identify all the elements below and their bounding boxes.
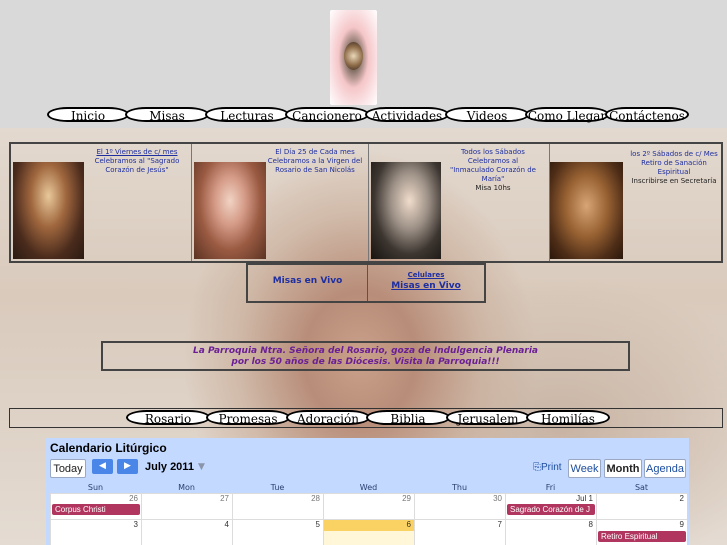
- inmaculado-corazon-image[interactable]: [371, 162, 441, 259]
- parish-logo: [330, 10, 377, 105]
- strip-cell-retiro: los 2º Sábados de c/ Mes Retiro de Sanac…: [550, 144, 723, 261]
- day-number: Jul 1: [576, 494, 593, 503]
- dow-tue: Tue: [232, 483, 323, 493]
- dow-sun: Sun: [50, 483, 141, 493]
- strip-text-3-misa: Misa 10hs: [475, 184, 511, 192]
- sagrado-corazon-image[interactable]: [13, 162, 84, 259]
- day-cell[interactable]: 28: [232, 493, 323, 519]
- strip-text-4: los 2º Sábados de c/ Mes Retiro de Sanac…: [630, 150, 718, 176]
- strip-caption-1: El 1º Viernes de c/ mes Celebramos al "S…: [89, 148, 185, 175]
- calendar-grid: Sun Mon Tue Wed Thu Fri Sat 26 27 28 29 …: [50, 483, 687, 545]
- strip-cell-sagrado-corazon: El 1º Viernes de c/ mes Celebramos al "S…: [11, 144, 192, 261]
- nav-lecturas[interactable]: Lecturas: [205, 107, 289, 123]
- strip-cell-virgen-rosario: El Día 25 de Cada mes Celebramos a la Vi…: [192, 144, 369, 261]
- today-highlight: [324, 520, 414, 531]
- day-cell[interactable]: 3: [50, 519, 141, 545]
- nav-jerusalem[interactable]: Jerusalem: [446, 410, 530, 426]
- next-month-button[interactable]: ▶: [117, 459, 138, 474]
- secondary-nav: Rosario Promesas Adoración Biblia Jerusa…: [126, 410, 610, 426]
- day-cell[interactable]: 29: [323, 493, 414, 519]
- dow-sat: Sat: [596, 483, 687, 493]
- strip-caption-3: Todos los Sábados Celebramos al "Inmacul…: [445, 148, 541, 193]
- day-number: 9: [679, 520, 684, 529]
- print-link[interactable]: ⎘Print: [533, 462, 562, 473]
- day-number: 28: [311, 494, 320, 503]
- prev-month-button[interactable]: ◀: [92, 459, 113, 474]
- event-corpus-christi[interactable]: Corpus Christi: [52, 504, 140, 515]
- day-cell[interactable]: 5: [232, 519, 323, 545]
- day-number: 8: [588, 520, 593, 529]
- day-cell[interactable]: 30: [414, 493, 505, 519]
- today-button[interactable]: Today: [50, 459, 86, 478]
- day-cell[interactable]: 7: [414, 519, 505, 545]
- nav-biblia[interactable]: Biblia: [366, 410, 450, 426]
- day-number: 26: [129, 494, 138, 503]
- month-dropdown-icon[interactable]: ▼: [198, 462, 205, 472]
- nav-promesas[interactable]: Promesas: [206, 410, 290, 426]
- live-mass-link[interactable]: Misas en Vivo: [248, 276, 367, 286]
- today-cell[interactable]: 6: [323, 519, 414, 545]
- dow-mon: Mon: [141, 483, 232, 493]
- indulgence-line-2: por los 50 años de las Diócesis. Visita …: [231, 357, 500, 367]
- day-number: 5: [315, 520, 320, 529]
- day-number: 29: [402, 494, 411, 503]
- day-cell[interactable]: 8: [505, 519, 596, 545]
- nav-adoracion[interactable]: Adoración: [286, 410, 370, 426]
- strip-caption-4: los 2º Sábados de c/ Mes Retiro de Sanac…: [628, 150, 720, 186]
- strip-cell-inmaculado: Todos los Sábados Celebramos al "Inmacul…: [369, 144, 550, 261]
- calendar-title: Calendario Litúrgico: [50, 441, 167, 455]
- strip-link-1[interactable]: El 1º Viernes de c/ mes: [96, 148, 177, 156]
- nav-rosario[interactable]: Rosario: [126, 410, 210, 426]
- indulgence-line-1: La Parroquia Ntra. Señora del Rosario, g…: [193, 346, 538, 356]
- day-number: 27: [220, 494, 229, 503]
- print-label: Print: [541, 462, 562, 473]
- day-number: 3: [133, 520, 138, 529]
- liturgical-calendar: Calendario Litúrgico Today ◀ ▶ July 2011…: [46, 438, 689, 545]
- indulgence-notice: La Parroquia Ntra. Señora del Rosario, g…: [101, 341, 630, 371]
- live-mass-box: Misas en Vivo Celulares Misas en Vivo: [246, 263, 486, 303]
- day-number: 4: [224, 520, 229, 529]
- retiro-image[interactable]: [550, 162, 623, 259]
- main-nav: Inicio Misas Lecturas Cancionero Activid…: [47, 107, 689, 123]
- day-number: 2: [679, 494, 684, 503]
- strip-text-4-inscripcion: Inscribirse en Secretaría: [631, 177, 717, 185]
- dow-fri: Fri: [505, 483, 596, 493]
- dow-thu: Thu: [414, 483, 505, 493]
- event-retiro-espiritual[interactable]: Retiro Espiritual: [598, 531, 686, 542]
- day-number: 7: [497, 520, 502, 529]
- nav-cancionero[interactable]: Cancionero: [285, 107, 369, 123]
- month-view-button[interactable]: Month: [604, 459, 642, 478]
- strip-text-2: El Día 25 de Cada mes Celebramos a la Vi…: [267, 148, 363, 174]
- strip-caption-2: El Día 25 de Cada mes Celebramos a la Vi…: [266, 148, 364, 175]
- event-sagrado-corazon[interactable]: Sagrado Corazón de J: [507, 504, 595, 515]
- nav-inicio[interactable]: Inicio: [47, 107, 129, 123]
- nav-actividades[interactable]: Actividades: [365, 107, 449, 123]
- nav-contactenos[interactable]: Contáctenos: [605, 107, 689, 123]
- agenda-view-button[interactable]: Agenda: [644, 459, 686, 478]
- day-cell[interactable]: 4: [141, 519, 232, 545]
- virgen-rosario-image[interactable]: [194, 162, 266, 259]
- nav-homilias[interactable]: Homilías: [526, 410, 610, 426]
- featured-strip: El 1º Viernes de c/ mes Celebramos al "S…: [9, 142, 723, 263]
- day-cell[interactable]: 27: [141, 493, 232, 519]
- current-month: July 2011: [145, 461, 194, 473]
- nav-como-llegar[interactable]: Como Llegar: [525, 107, 609, 123]
- dow-wed: Wed: [323, 483, 414, 493]
- strip-text-1: Celebramos al "Sagrado Corazón de Jesús": [94, 157, 180, 174]
- strip-text-3: Todos los Sábados Celebramos al "Inmacul…: [449, 148, 536, 183]
- day-cell[interactable]: 2: [596, 493, 687, 519]
- printer-icon: ⎘: [533, 462, 541, 473]
- nav-videos[interactable]: Videos: [445, 107, 529, 123]
- day-number: 30: [493, 494, 502, 503]
- nav-misas[interactable]: Misas: [125, 107, 209, 123]
- mobile-live-mass-link[interactable]: Misas en Vivo: [368, 281, 484, 291]
- mobile-label[interactable]: Celulares: [368, 271, 484, 279]
- day-number: 6: [406, 520, 411, 529]
- week-view-button[interactable]: Week: [568, 459, 601, 478]
